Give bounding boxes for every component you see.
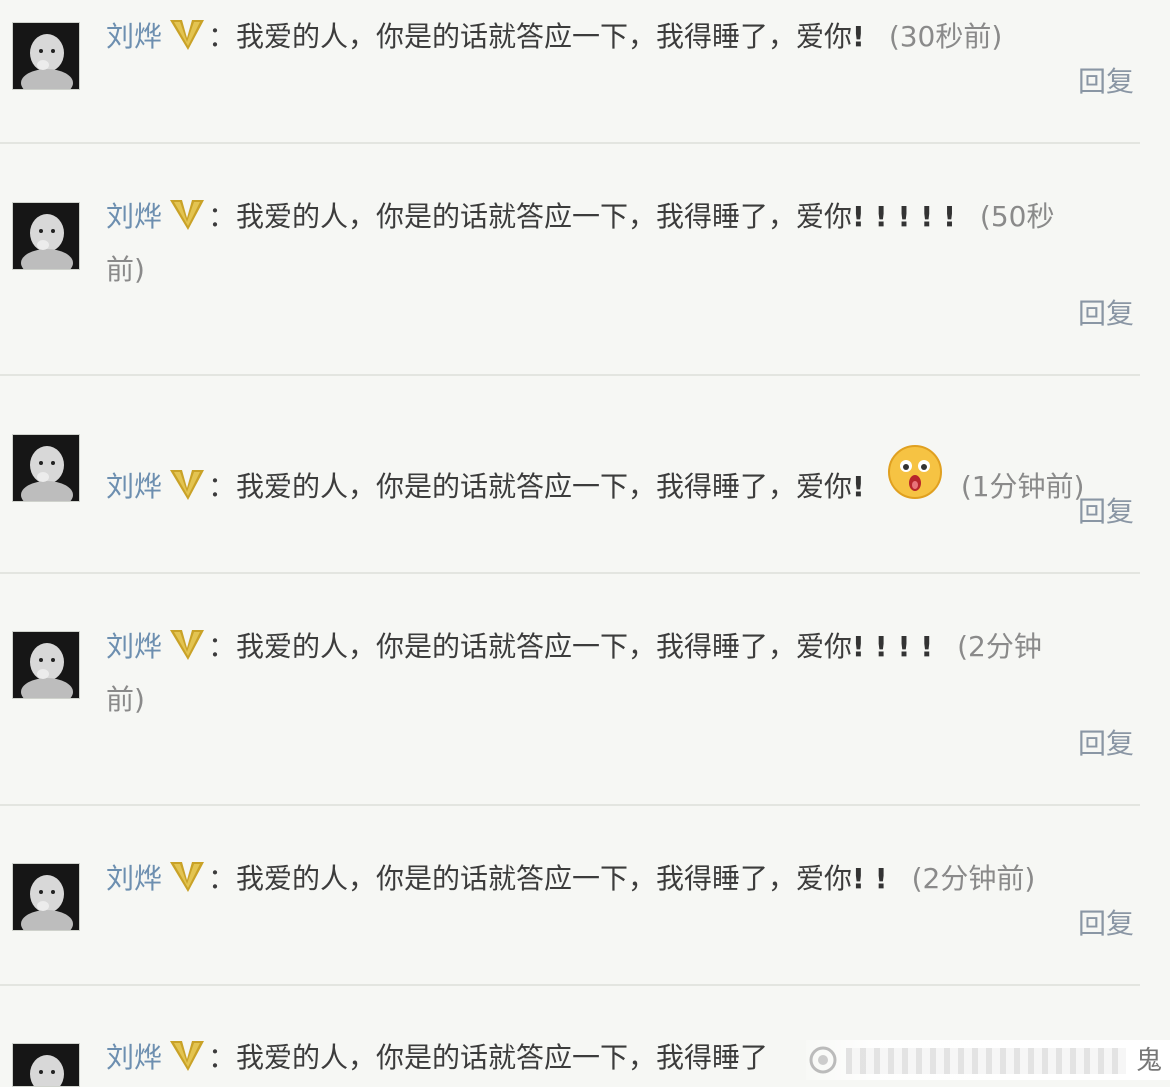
- verified-v-icon: [170, 1041, 205, 1071]
- baby-photo-icon: [13, 203, 79, 269]
- exclamation-marks: !!!!: [852, 630, 944, 663]
- comment-text: ：我爱的人，你是的话就答应一下，我得睡了，爱你: [208, 200, 853, 233]
- username[interactable]: 刘烨: [106, 200, 162, 233]
- timestamp: (30秒前): [888, 20, 1003, 53]
- verified-v-icon: [170, 200, 205, 230]
- username[interactable]: 刘烨: [106, 630, 162, 663]
- comment-text: ：我爱的人，你是的话就答应一下，我得睡了，爱你: [208, 20, 853, 53]
- divider: [0, 142, 1140, 144]
- username[interactable]: 刘烨: [106, 20, 162, 53]
- watermark-text-blur: [846, 1048, 1126, 1074]
- baby-photo-icon: [13, 864, 79, 930]
- username[interactable]: 刘烨: [106, 862, 162, 895]
- baby-photo-icon: [13, 23, 79, 89]
- avatar[interactable]: [12, 202, 80, 270]
- divider: [0, 572, 1140, 574]
- divider: [0, 804, 1140, 806]
- timestamp-continued: 前): [106, 253, 145, 286]
- timestamp: (2分钟前): [911, 862, 1036, 895]
- comment-feed: 刘烨 ：我爱的人，你是的话就答应一下，我得睡了，爱你! (30秒前) 回复 刘烨 ：我…: [0, 0, 1170, 1087]
- weibo-logo-icon: [809, 1046, 837, 1074]
- comment-text: ：我爱的人，你是的话就答应一下，我得睡了，爱你: [208, 630, 853, 663]
- verified-v-icon: [170, 470, 205, 500]
- baby-photo-icon: [13, 632, 79, 698]
- comment-text: ：我爱的人，你是的话就答应一下，我得睡了，爱你: [208, 862, 853, 895]
- reply-button[interactable]: 回复: [1078, 64, 1134, 100]
- exclamation-marks: !!!!!: [852, 200, 966, 233]
- timestamp: (50秒: [979, 200, 1055, 233]
- exclamation-marks: !: [852, 20, 875, 53]
- reply-button[interactable]: 回复: [1078, 494, 1134, 530]
- reply-button[interactable]: 回复: [1078, 906, 1134, 942]
- exclamation-marks: !: [852, 470, 875, 503]
- comment-text: ：我爱的人，你是的话就答应一下，我得睡了: [208, 1041, 769, 1074]
- watermark-char: 鬼: [1136, 1046, 1163, 1076]
- timestamp: (1分钟前): [960, 470, 1085, 503]
- divider: [0, 374, 1140, 376]
- username[interactable]: 刘烨: [106, 470, 162, 503]
- baby-photo-icon: [13, 1044, 79, 1086]
- username[interactable]: 刘烨: [106, 1041, 162, 1074]
- avatar[interactable]: [12, 434, 80, 502]
- avatar[interactable]: [12, 22, 80, 90]
- comment-text: ：我爱的人，你是的话就答应一下，我得睡了，爱你: [208, 470, 853, 503]
- divider: [0, 984, 1140, 986]
- timestamp-continued: 前): [106, 683, 145, 716]
- verified-v-icon: [170, 20, 205, 50]
- baby-photo-icon: [13, 435, 79, 501]
- reply-button[interactable]: 回复: [1078, 296, 1134, 332]
- verified-v-icon: [170, 630, 205, 660]
- exclamation-marks: !!: [852, 862, 898, 895]
- avatar[interactable]: [12, 631, 80, 699]
- avatar[interactable]: [12, 1043, 80, 1087]
- reply-button[interactable]: 回复: [1078, 726, 1134, 762]
- verified-v-icon: [170, 862, 205, 892]
- timestamp: (2分钟: [957, 630, 1042, 663]
- shocked-face-icon: [887, 445, 942, 499]
- avatar[interactable]: [12, 863, 80, 931]
